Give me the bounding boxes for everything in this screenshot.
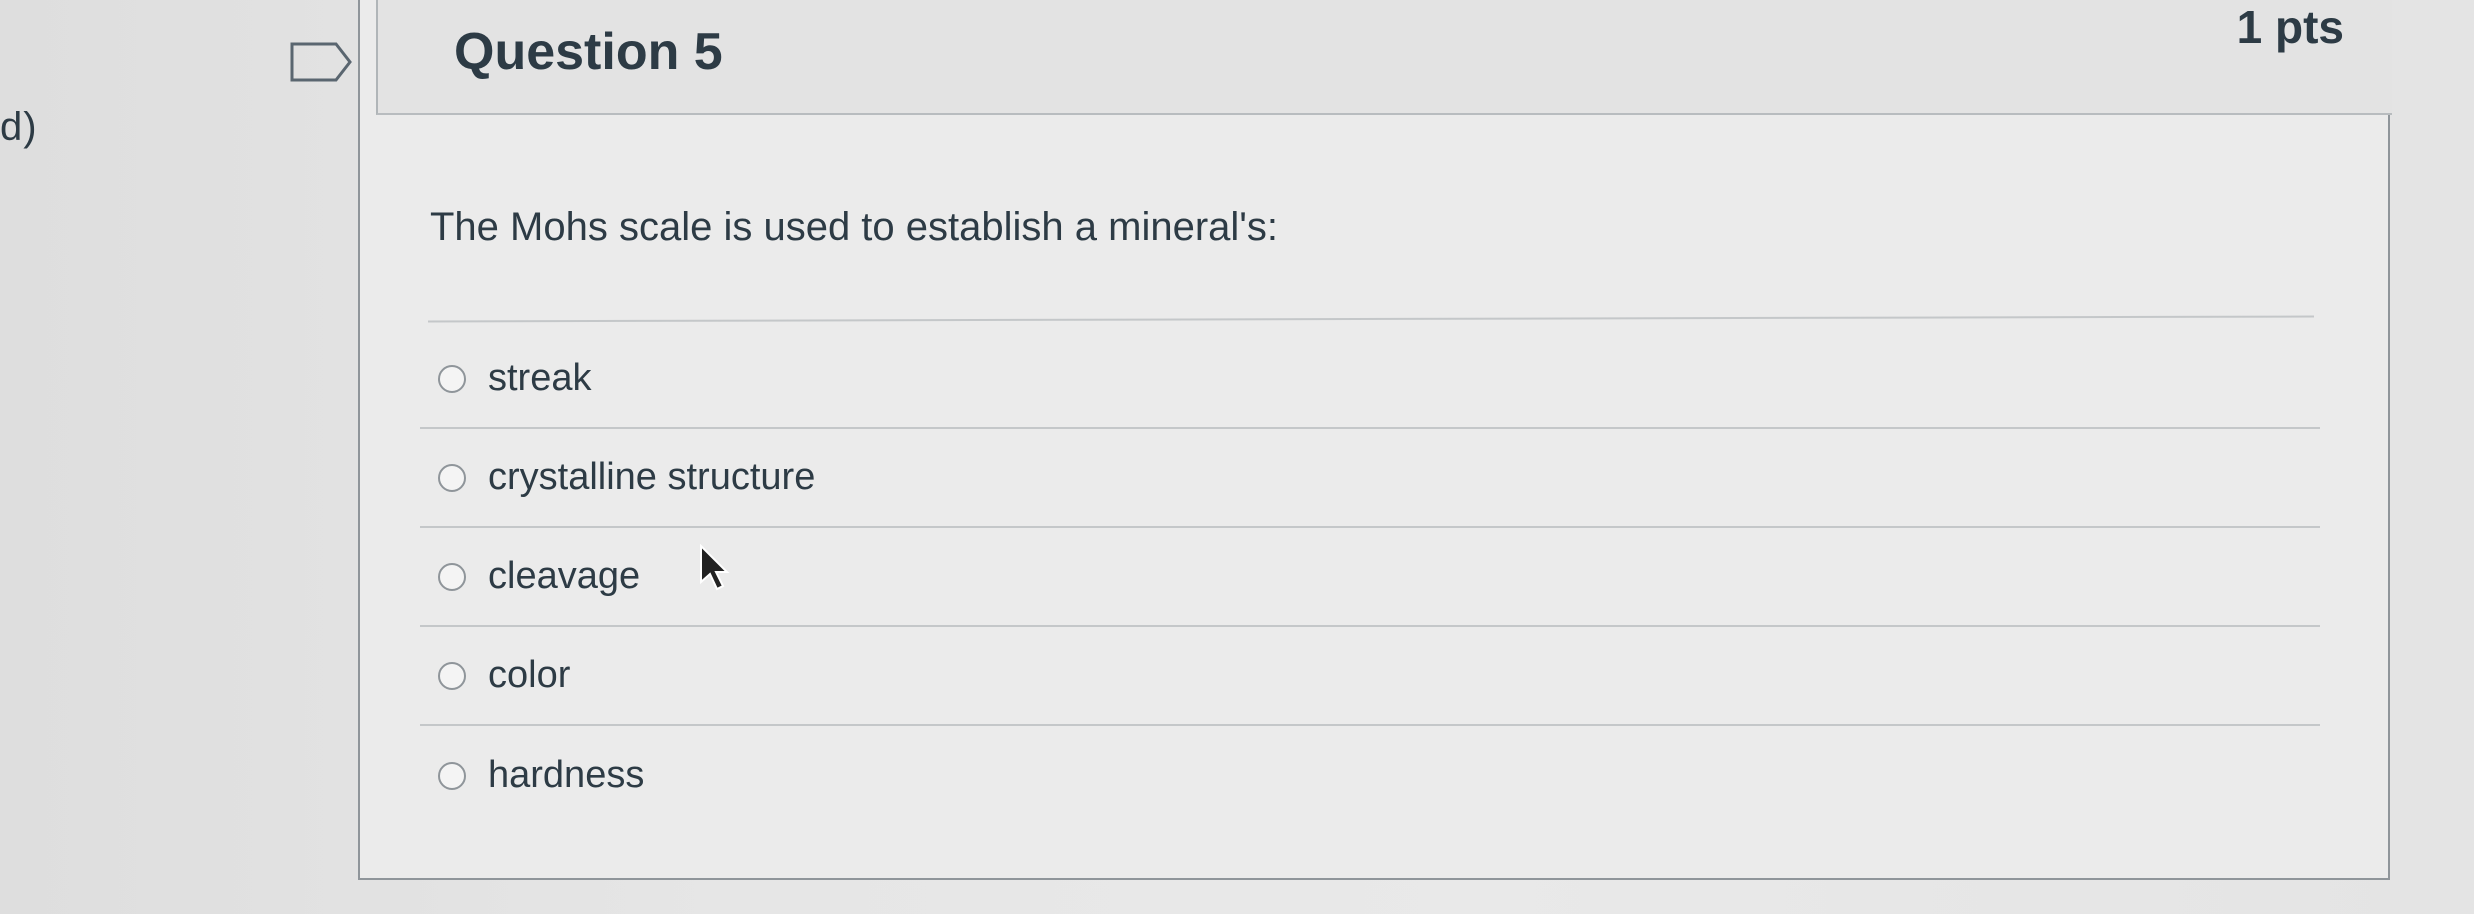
- answer-label[interactable]: hardness: [488, 754, 644, 797]
- question-card: Question 5 1 pts The Mohs scale is used …: [358, 0, 2392, 880]
- divider: [428, 315, 2314, 323]
- radio-button[interactable]: [438, 761, 466, 790]
- radio-button[interactable]: [438, 562, 466, 591]
- answer-option-hardness[interactable]: hardness: [420, 726, 2320, 825]
- question-text: The Mohs scale is used to establish a mi…: [430, 205, 1279, 249]
- answer-label[interactable]: cleavage: [488, 555, 640, 598]
- answer-option-streak[interactable]: streak: [420, 330, 2320, 429]
- flag-question-icon[interactable]: [290, 42, 352, 82]
- answer-label[interactable]: streak: [488, 357, 591, 400]
- side-text-fragment: d): [0, 105, 38, 149]
- question-title: Question 5: [454, 23, 723, 81]
- radio-button[interactable]: [438, 463, 466, 492]
- answer-option-crystalline-structure[interactable]: crystalline structure: [420, 429, 2320, 528]
- question-header: Question 5 1 pts: [376, 0, 2392, 115]
- question-points: 1 pts: [2236, 1, 2344, 53]
- radio-button[interactable]: [438, 661, 466, 690]
- answer-label[interactable]: color: [488, 654, 570, 697]
- mouse-pointer-icon: [700, 544, 730, 591]
- answer-label[interactable]: crystalline structure: [488, 456, 815, 499]
- answer-option-color[interactable]: color: [420, 627, 2320, 726]
- radio-button[interactable]: [438, 364, 466, 393]
